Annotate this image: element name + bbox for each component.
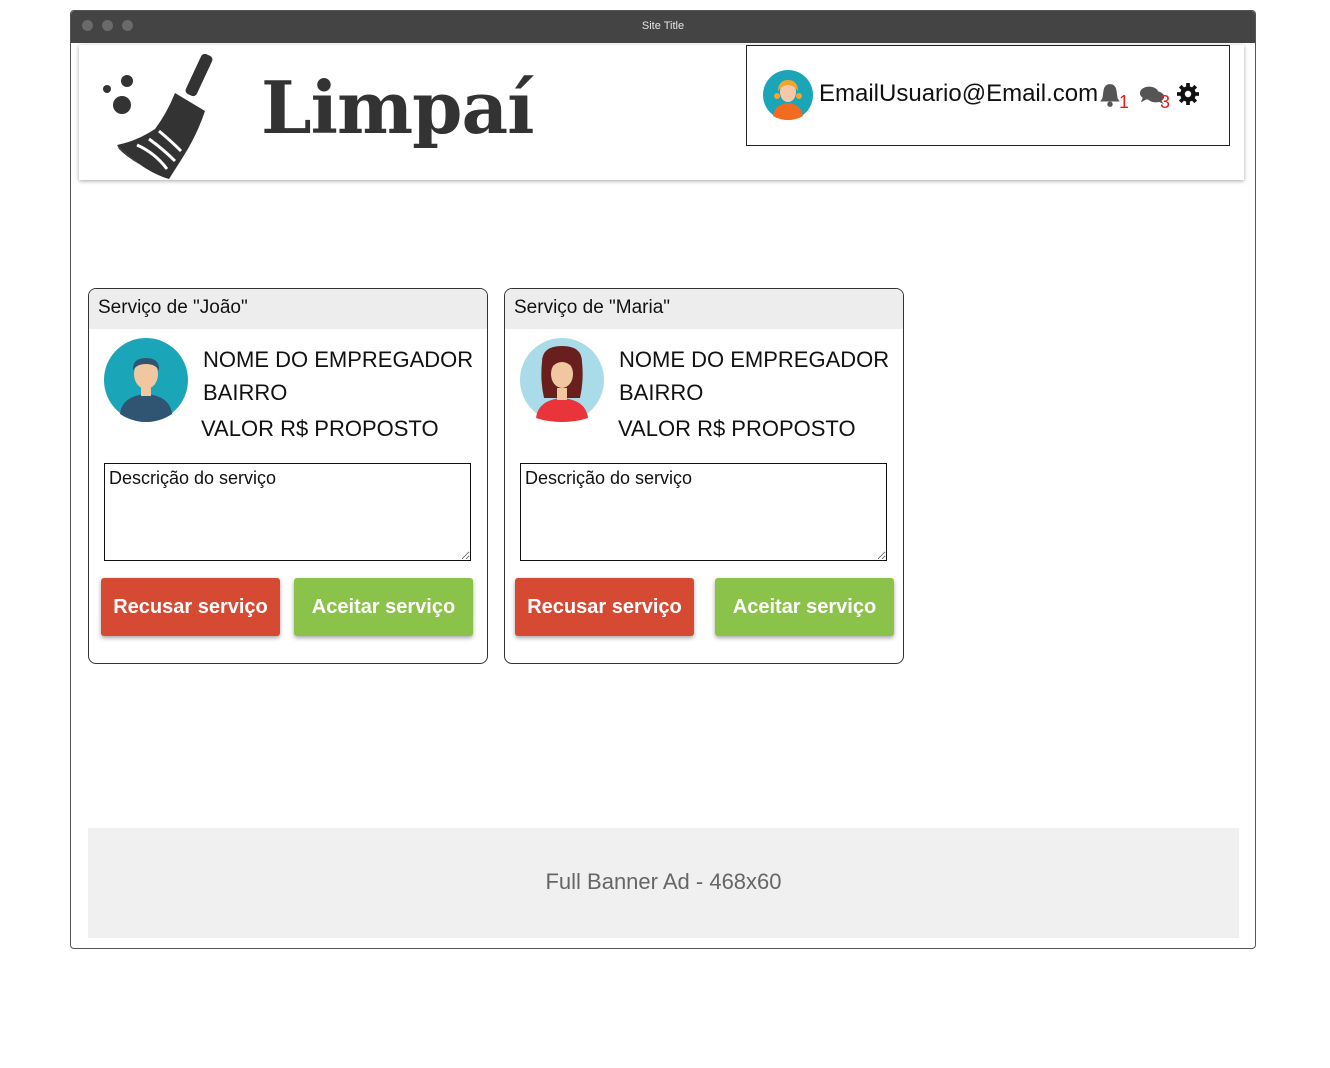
gear-icon[interactable] — [1177, 83, 1199, 105]
employer-name: NOME DO EMPREGADOR — [203, 347, 474, 372]
proposed-value: VALOR R$ PROPOSTO — [201, 416, 439, 441]
service-card-joao: Serviço de "João" NOME DO EMPREGADOR BAI… — [88, 288, 488, 664]
notification-badge: 1 — [1119, 92, 1130, 112]
banner-ad-text: Full Banner Ad - 468x60 — [545, 869, 782, 894]
window-title: Site Title — [641, 20, 685, 32]
neighborhood: BAIRRO — [203, 380, 288, 405]
neighborhood: BAIRRO — [619, 380, 704, 405]
service-description[interactable]: Descrição do serviço — [104, 463, 471, 561]
broom-logo-icon — [103, 53, 213, 179]
user-email[interactable]: EmailUsuario@Email.com — [819, 80, 1098, 108]
accept-service-button[interactable]: Aceitar serviço — [715, 578, 894, 636]
brand-name[interactable]: Limpaí — [261, 65, 535, 150]
window-titlebar: Site Title — [71, 11, 1255, 43]
message-badge: 3 — [1160, 92, 1171, 112]
male-avatar — [104, 338, 188, 422]
employer-name: NOME DO EMPREGADOR — [619, 347, 890, 372]
female-avatar — [520, 338, 604, 422]
card-header: Serviço de "Maria" — [505, 289, 903, 329]
card-title: Serviço de "Maria" — [514, 297, 671, 318]
service-card-maria: Serviço de "Maria" NOME DO EMPREGADOR BA… — [504, 288, 904, 664]
proposed-value: VALOR R$ PROPOSTO — [618, 416, 856, 441]
browser-window: Site Title Limpaí EmailUsuario@Email.com — [70, 10, 1256, 949]
card-header: Serviço de "João" — [89, 289, 487, 329]
user-panel: EmailUsuario@Email.com 1 3 — [746, 45, 1230, 146]
accept-service-button[interactable]: Aceitar serviço — [294, 578, 473, 636]
card-title: Serviço de "João" — [98, 297, 248, 318]
banner-ad[interactable]: Full Banner Ad - 468x60 — [88, 828, 1239, 938]
user-avatar[interactable] — [763, 70, 813, 120]
refuse-service-button[interactable]: Recusar serviço — [101, 578, 280, 636]
site-header: Limpaí EmailUsuario@Email.com 1 3 — [79, 45, 1244, 180]
service-description[interactable]: Descrição do serviço — [520, 463, 887, 561]
refuse-service-button[interactable]: Recusar serviço — [515, 578, 694, 636]
